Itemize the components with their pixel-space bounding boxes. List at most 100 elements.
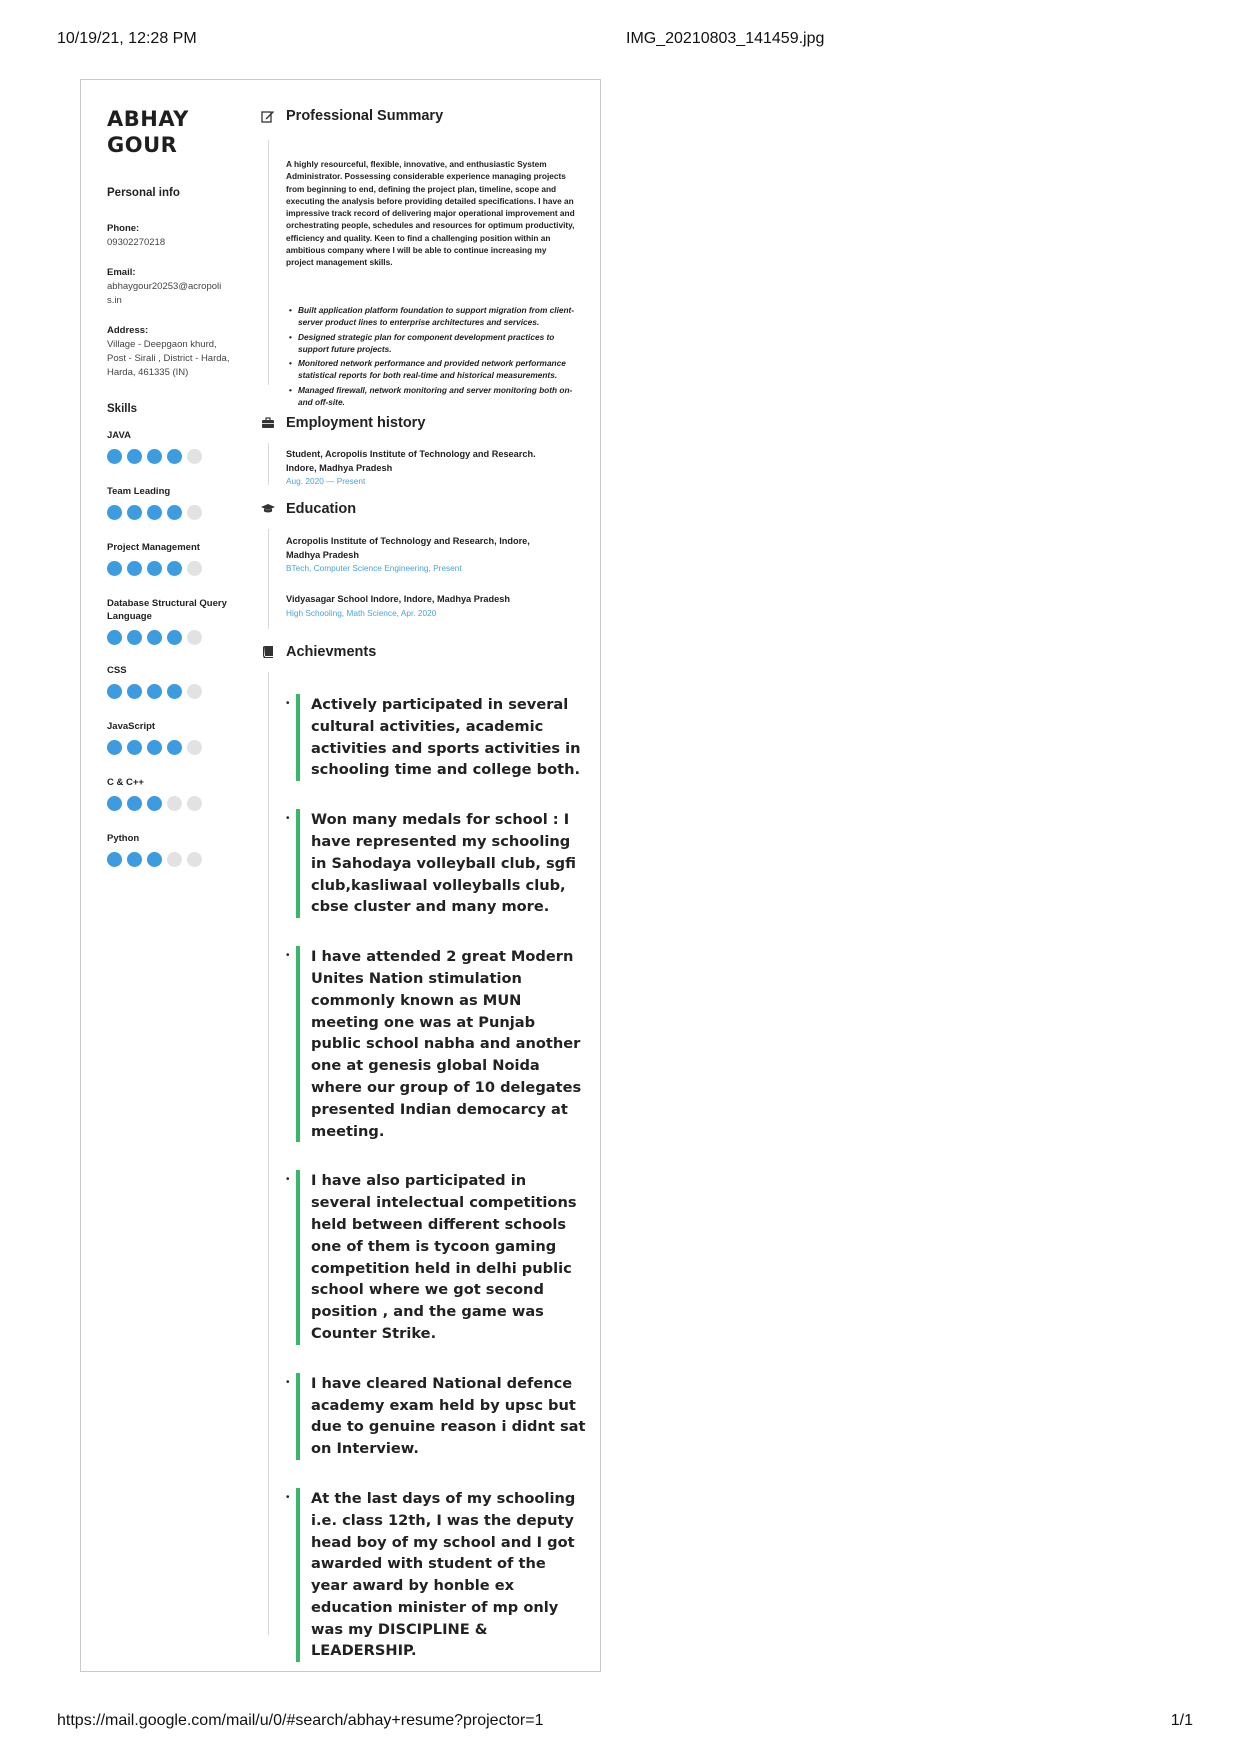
phone-label: Phone: [107,223,140,234]
skills-heading: Skills [107,403,138,415]
name-last: GOUR [107,133,178,157]
name-first: ABHAY [107,107,189,131]
summary-bullet: Managed firewall, network monitoring and… [286,384,576,409]
print-url: https://mail.google.com/mail/u/0/#search… [57,1712,544,1729]
achievements-list: • Actively participated in several cultu… [286,694,586,1690]
skill-dot-filled [147,449,162,464]
achievements-header: Achievments [261,642,376,662]
skill-dot-filled [127,561,142,576]
skill-rating [107,561,237,576]
skill-dot-filled [167,449,182,464]
achievement-bullet: • [286,698,290,709]
employment-title: Student, Acropolis Institute of Technolo… [286,449,536,473]
skill-dot-filled [107,630,122,645]
skill-item: Team Leading [107,485,237,520]
education-detail: BTech, Computer Science Engineering, Pre… [286,563,462,573]
address-value: Village - Deepgaon khurd, Post - Sirali … [107,339,230,378]
achievement-bullet: • [286,1174,290,1186]
achievement-bullet: • [286,1376,290,1388]
education-heading: Education [286,501,357,517]
skill-dot-empty [187,505,202,520]
education-entry: Acropolis Institute of Technology and Re… [286,535,561,574]
skill-dot-empty [187,561,202,576]
skill-name: Project Management [107,542,200,553]
email-block: Email: abhaygour20253@acropolis.in [107,267,227,308]
education-header: Education [261,499,356,519]
skill-dot-filled [107,505,122,520]
skill-name: JAVA [107,430,131,441]
skill-dot-empty [187,796,202,811]
achievements-heading: Achievments [286,644,377,660]
skill-item: CSS [107,664,237,699]
achievement-item: • Actively participated in several cultu… [286,694,586,782]
skill-dot-filled [147,630,162,645]
skill-dot-empty [187,449,202,464]
skill-dot-filled [147,796,162,811]
education-detail: High Schooling, Math Science, Apr. 2020 [286,607,437,618]
phone-block: Phone: 09302270218 [107,223,237,250]
skill-item: C & C++ [107,776,237,811]
education-title: Acropolis Institute of Technology and Re… [286,536,530,560]
summary-header: Professional Summary [261,106,443,126]
summary-bullet: Built application platform foundation to… [286,304,576,329]
skill-dot-filled [147,561,162,576]
skill-dot-filled [107,561,122,576]
skill-item: Database Structural Query Language [107,597,237,645]
skill-dot-filled [127,684,142,699]
skill-dot-filled [127,740,142,755]
print-header: 10/19/21, 12:28 PM IMG_20210803_141459.j… [0,30,1241,52]
skill-item: JavaScript [107,720,237,755]
resume-page: ABHAY GOUR Personal info Phone: 09302270… [80,79,601,1672]
skill-dot-filled [107,796,122,811]
employment-divider [268,443,269,485]
achievement-text: Actively participated in several cultura… [311,696,581,779]
skill-name: JavaScript [107,721,156,732]
book-icon [263,646,273,658]
skill-dot-filled [147,740,162,755]
skill-name: C & C++ [107,777,144,788]
skill-rating [107,740,237,755]
email-value: abhaygour20253@acropolis.in [107,281,222,306]
skill-name: Team Leading [107,486,171,497]
skill-item: Python [107,832,237,867]
personal-info-heading: Personal info [107,187,180,199]
achievement-accent-bar [296,1372,300,1460]
skill-item: Project Management [107,541,237,576]
achievement-bullet: • [286,813,290,825]
left-column: ABHAY GOUR Personal info Phone: 09302270… [107,106,237,867]
skill-dot-filled [127,630,142,645]
education-title: Vidyasagar School Indore, Indore, Madhya… [286,594,510,604]
skill-dot-filled [167,740,182,755]
achievement-bullet: • [286,1491,290,1503]
achievement-item: • I have also participated in several in… [286,1170,586,1345]
employment-header: Employment history [261,413,425,433]
summary-bullet: Designed strategic plan for component de… [286,331,576,356]
skill-dot-filled [147,852,162,867]
skill-name: CSS [107,665,127,676]
skill-dot-empty [187,630,202,645]
achievement-bullet: • [286,950,290,962]
skill-rating [107,449,237,464]
briefcase-icon [262,417,274,428]
skill-name: Python [107,833,140,844]
skill-rating [107,630,237,645]
skill-dot-filled [167,505,182,520]
achievement-item: • At the last days of my schooling i.e. … [286,1487,586,1663]
achievement-text: At the last days of my schooling i.e. cl… [311,1489,576,1660]
achievement-accent-bar [296,1487,300,1663]
skill-dot-filled [107,684,122,699]
skill-dot-filled [127,852,142,867]
skill-dot-empty [187,684,202,699]
print-filename: IMG_20210803_141459.jpg [626,30,825,47]
skill-rating [107,796,237,811]
skill-rating [107,852,237,867]
skill-dot-empty [187,740,202,755]
skill-item: JAVA [107,429,237,464]
print-page-number: 1/1 [1170,1712,1193,1729]
print-datetime: 10/19/21, 12:28 PM [57,30,197,47]
employment-heading: Employment history [286,415,426,431]
summary-bullet: Monitored network performance and provid… [286,357,576,382]
achievements-divider [268,672,269,1635]
print-footer: https://mail.google.com/mail/u/0/#search… [0,1712,1241,1734]
achievement-text: I have attended 2 great Modern Unites Na… [311,948,582,1140]
